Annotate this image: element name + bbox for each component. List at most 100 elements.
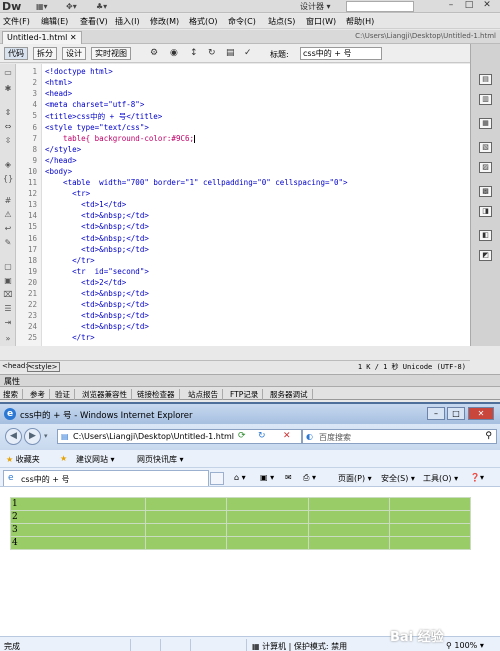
indent-icon[interactable]: ⇥: [3, 318, 13, 328]
balance-braces-icon[interactable]: {}: [3, 174, 13, 184]
file-mgmt-icon[interactable]: ↕: [190, 48, 198, 58]
add-favorite-icon[interactable]: ★: [60, 454, 67, 463]
panel-tab-browser-compat[interactable]: 浏览器兼容性: [82, 389, 132, 400]
panel-tab-validation[interactable]: 验证: [55, 389, 75, 400]
ie-minimize-button[interactable]: –: [427, 407, 445, 420]
code-view-button[interactable]: 代码: [4, 47, 28, 60]
live-view-button[interactable]: 实时视图: [91, 47, 131, 60]
dw-maximize-button[interactable]: □: [462, 0, 476, 12]
assets-panel-icon[interactable]: ▨: [479, 162, 492, 173]
css-panel-icon[interactable]: ▥: [479, 94, 492, 105]
back-button[interactable]: ◀: [5, 428, 22, 445]
ie-close-button[interactable]: ✕: [468, 407, 494, 420]
snippets-panel-icon[interactable]: ▩: [479, 186, 492, 197]
menu-edit[interactable]: 编辑(E): [41, 16, 68, 27]
home-icon[interactable]: ⌂ ▾: [234, 473, 246, 482]
code-editor[interactable]: <!doctype html> <html> <head> <meta charset…: [42, 64, 470, 346]
menu-help[interactable]: 帮助(H): [346, 16, 374, 27]
remove-comment-icon[interactable]: ▣: [3, 276, 13, 286]
apply-comment-icon[interactable]: ▢: [3, 262, 13, 272]
menu-modify[interactable]: 修改(M): [150, 16, 179, 27]
insert-panel-icon[interactable]: ▤: [479, 74, 492, 85]
table-row: 3: [10, 523, 472, 537]
code-line: <tr>: [45, 189, 91, 199]
history-dropdown-icon[interactable]: ▾: [44, 432, 48, 440]
feeds-icon[interactable]: ▣ ▾: [260, 473, 274, 482]
more-tools-icon[interactable]: »: [3, 334, 13, 344]
split-view-button[interactable]: 拆分: [33, 47, 57, 60]
wrap-tag-icon[interactable]: ⌧: [3, 290, 13, 300]
behaviors-panel-icon[interactable]: ◧: [479, 230, 492, 241]
search-icon[interactable]: ⚲: [485, 431, 492, 441]
site-icon[interactable]: ♣▾: [96, 2, 107, 11]
panel-tab-ftp-log[interactable]: FTP记录: [230, 389, 264, 400]
page-tab[interactable]: e css中的 + 号: [3, 470, 209, 486]
properties-panel-header[interactable]: 属性: [0, 374, 500, 386]
forward-button[interactable]: ▶: [24, 428, 41, 445]
favorites-button[interactable]: ★ 收藏夹: [6, 454, 40, 465]
panel-tab-server-debug[interactable]: 服务器调试: [270, 389, 313, 400]
recent-snippets-icon[interactable]: ☰: [3, 304, 13, 314]
search-input[interactable]: ◐ 百度搜索 ⚲: [302, 429, 497, 444]
preview-icon[interactable]: ◉: [170, 48, 178, 58]
compat-view-icon[interactable]: ⟳: [238, 431, 246, 441]
layout-icon[interactable]: ▦▾: [36, 2, 48, 11]
refresh-icon[interactable]: ↻: [258, 431, 266, 441]
line-numbers-icon[interactable]: #: [3, 196, 13, 206]
new-tab-button[interactable]: [210, 472, 224, 485]
url-input[interactable]: ▤ C:\Users\Liangji\Desktop\Untitled-1.ht…: [57, 429, 302, 444]
expand-all-icon[interactable]: ⇳: [3, 136, 13, 146]
panel-tab-search[interactable]: 搜索: [3, 389, 23, 400]
syntax-error-icon[interactable]: ✎: [3, 238, 13, 248]
collapse-selection-icon[interactable]: ⇔: [3, 122, 13, 132]
open-documents-icon[interactable]: ▭: [3, 68, 13, 78]
highlight-invalid-icon[interactable]: ⚠: [3, 210, 13, 220]
tag-inspector-icon[interactable]: ◨: [479, 206, 492, 217]
suggested-sites-link[interactable]: 建议网站 ▾: [76, 454, 115, 465]
dw-minimize-button[interactable]: –: [444, 0, 458, 12]
dw-search-input[interactable]: [346, 1, 414, 12]
menu-format[interactable]: 格式(O): [189, 16, 218, 27]
design-view-button[interactable]: 设计: [62, 47, 86, 60]
tag-style[interactable]: <style>: [27, 362, 60, 372]
line-number: 4: [32, 100, 37, 110]
menu-insert[interactable]: 插入(I): [115, 16, 140, 27]
document-tab[interactable]: Untitled-1.html ✕: [2, 31, 82, 44]
ie-maximize-button[interactable]: □: [447, 407, 465, 420]
multiscreen-icon[interactable]: ⚙: [150, 48, 158, 58]
visual-aids-icon[interactable]: ▤: [226, 48, 235, 58]
word-wrap-icon[interactable]: ↩: [3, 224, 13, 234]
menu-view[interactable]: 查看(V): [80, 16, 108, 27]
refresh-icon[interactable]: ↻: [208, 48, 216, 58]
zoom-level[interactable]: ⚲ 100% ▾: [446, 641, 484, 650]
menu-window[interactable]: 窗口(W): [306, 16, 336, 27]
title-input[interactable]: css中的 + 号: [300, 47, 382, 60]
line-number: 9: [32, 155, 37, 165]
show-code-navigator-icon[interactable]: ✱: [3, 84, 13, 94]
extend-icon[interactable]: ✥▾: [66, 2, 77, 11]
dw-close-button[interactable]: ✕: [480, 0, 494, 12]
panel-tab-link-checker[interactable]: 链接检查器: [137, 389, 180, 400]
panel-tab-site-reports[interactable]: 站点报告: [188, 389, 223, 400]
line-number: 16: [27, 233, 37, 243]
mail-icon[interactable]: ✉: [285, 473, 292, 482]
history-panel-icon[interactable]: ◩: [479, 250, 492, 261]
menu-site[interactable]: 站点(S): [268, 16, 295, 27]
print-icon[interactable]: ⎙ ▾: [303, 473, 316, 483]
select-parent-tag-icon[interactable]: ◈: [3, 160, 13, 170]
collapse-tag-icon[interactable]: ⇕: [3, 108, 13, 118]
web-slice-gallery-link[interactable]: 网页快讯库 ▾: [137, 454, 184, 465]
workspace-switcher[interactable]: 设计器 ▾: [300, 1, 331, 12]
safety-menu[interactable]: 安全(S) ▾: [381, 473, 415, 484]
menu-file[interactable]: 文件(F): [3, 16, 30, 27]
tools-menu[interactable]: 工具(O) ▾: [423, 473, 458, 484]
panel-tab-reference[interactable]: 参考: [30, 389, 50, 400]
check-icon[interactable]: ✓: [244, 48, 252, 58]
ap-elements-icon[interactable]: ▦: [479, 118, 492, 129]
help-icon[interactable]: ❓▾: [470, 473, 484, 482]
page-menu[interactable]: 页面(P) ▾: [338, 473, 372, 484]
files-panel-icon[interactable]: ▧: [479, 142, 492, 153]
security-zone: ▦ 计算机 | 保护模式: 禁用: [252, 641, 347, 651]
menu-commands[interactable]: 命令(C): [228, 16, 256, 27]
stop-icon[interactable]: ✕: [283, 431, 291, 441]
